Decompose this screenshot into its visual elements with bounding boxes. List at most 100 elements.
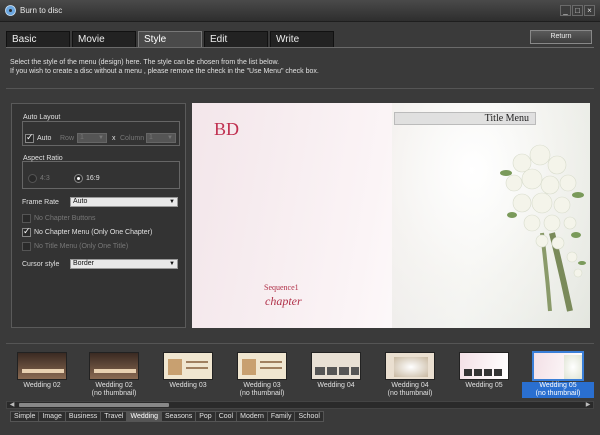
menu-preview: BD Title Menu Sequence1 chapter	[192, 103, 590, 328]
cursor-style-label: Cursor style	[22, 261, 60, 268]
thumb-caption: Wedding 05	[465, 382, 503, 389]
chevron-down-icon: ▼	[98, 135, 104, 141]
thumb-wedding-04-nothumb[interactable]: Wedding 04 (no thumbnail)	[374, 349, 446, 401]
tab-write[interactable]: Write	[270, 31, 334, 48]
thumb-caption: Wedding 02	[23, 382, 61, 389]
tab-basic[interactable]: Basic	[6, 31, 70, 48]
disc-burner-icon	[5, 5, 16, 16]
tab-divider	[6, 47, 594, 48]
instructions-line-2: If you wish to create a disc without a m…	[10, 68, 319, 75]
cursor-style-value: Border	[73, 260, 95, 267]
thumbnail-image	[385, 352, 435, 380]
category-seasons[interactable]: Seasons	[162, 411, 197, 422]
cursor-style-select[interactable]: Border ▼	[70, 259, 178, 269]
scroll-left-icon[interactable]: ◀	[8, 402, 16, 408]
category-wedding[interactable]: Wedding	[127, 411, 162, 422]
thumb-wedding-03[interactable]: Wedding 03	[152, 349, 224, 401]
chevron-down-icon: ▼	[169, 199, 175, 205]
maximize-icon[interactable]: □	[572, 5, 583, 16]
category-simple[interactable]: Simple	[10, 411, 40, 422]
thumb-caption-sub: (no thumbnail)	[91, 390, 137, 397]
settings-panel: Auto Layout Auto Row 1▼ x Column 1▼ Aspe…	[11, 103, 186, 328]
category-business[interactable]: Business	[65, 411, 102, 422]
close-icon[interactable]: ×	[584, 5, 595, 16]
minimize-icon[interactable]: _	[560, 5, 571, 16]
thumb-caption: Wedding 04	[317, 382, 355, 389]
column-select[interactable]: 1 ▼	[146, 133, 176, 143]
thumb-wedding-02[interactable]: Wedding 02	[6, 349, 78, 401]
title-menu-label: Title Menu	[394, 112, 536, 125]
window-titlebar: Burn to disc _ □ ×	[0, 0, 600, 22]
thumbnail-image	[459, 352, 509, 380]
no-chapter-menu-label: No Chapter Menu (Only One Chapter)	[34, 229, 153, 236]
category-travel[interactable]: Travel	[101, 411, 128, 422]
tab-movie[interactable]: Movie	[72, 31, 136, 48]
thumbnail-image	[311, 352, 361, 380]
section-divider	[6, 88, 594, 89]
frame-rate-value: Auto	[73, 198, 88, 205]
return-button[interactable]: Return	[530, 30, 592, 44]
category-pop[interactable]: Pop	[196, 411, 216, 422]
thumbnail-divider	[6, 343, 594, 344]
column-select-value: 1	[149, 134, 153, 141]
thumbnail-image	[163, 352, 213, 380]
chevron-down-icon: ▼	[169, 261, 175, 267]
style-thumbnail-list: Wedding 02 Wedding 02 (no thumbnail) Wedd…	[6, 349, 594, 401]
category-modern[interactable]: Modern	[237, 411, 268, 422]
auto-layout-title: Auto Layout	[23, 114, 61, 121]
tab-style[interactable]: Style	[138, 31, 202, 48]
no-title-menu-label: No Title Menu (Only One Title)	[34, 243, 129, 250]
column-label: Column	[120, 135, 145, 142]
style-category-tabs: Simple Image Business Travel Wedding Sea…	[10, 411, 324, 422]
scrollbar-thumb[interactable]	[19, 403, 169, 407]
thumb-wedding-05[interactable]: Wedding 05	[448, 349, 520, 401]
aspect-4-3-radio[interactable]	[28, 174, 37, 183]
sequence-label: Sequence1	[264, 283, 299, 292]
thumb-wedding-03-nothumb[interactable]: Wedding 03 (no thumbnail)	[226, 349, 298, 401]
row-select[interactable]: 1 ▼	[77, 133, 107, 143]
thumb-caption: Wedding 02	[95, 382, 133, 389]
chapter-label: chapter	[265, 294, 302, 308]
row-col-separator: x	[112, 135, 116, 142]
thumb-wedding-05-nothumb[interactable]: Wedding 05 (no thumbnail)	[522, 349, 594, 401]
category-cool[interactable]: Cool	[215, 411, 238, 422]
thumb-caption: Wedding 05	[539, 382, 577, 389]
bd-logo: BD	[214, 119, 240, 139]
thumb-caption: Wedding 03	[243, 382, 281, 389]
aspect-16-9-radio[interactable]	[74, 174, 83, 183]
category-image[interactable]: Image	[39, 411, 66, 422]
auto-layout-checkbox[interactable]	[25, 132, 34, 143]
thumbnail-scrollbar[interactable]: ◀ ▶	[6, 401, 594, 409]
thumb-wedding-02-nothumb[interactable]: Wedding 02 (no thumbnail)	[78, 349, 150, 401]
category-family[interactable]: Family	[267, 411, 296, 422]
thumb-caption: Wedding 04	[391, 382, 429, 389]
thumbnail-image	[532, 351, 584, 381]
thumbnail-image	[17, 352, 67, 380]
no-chapter-buttons-checkbox[interactable]	[22, 214, 31, 223]
thumb-caption-sub: (no thumbnail)	[535, 390, 581, 397]
instructions-line-1: Select the style of the menu (design) he…	[10, 59, 280, 66]
thumb-caption: Wedding 03	[169, 382, 207, 389]
window-title: Burn to disc	[20, 6, 63, 15]
chevron-down-icon: ▼	[167, 135, 173, 141]
aspect-ratio-title: Aspect Ratio	[23, 155, 63, 162]
tab-edit[interactable]: Edit	[204, 31, 268, 48]
no-chapter-buttons-label: No Chapter Buttons	[34, 215, 96, 222]
thumb-caption-sub: (no thumbnail)	[239, 390, 285, 397]
thumbnail-image	[89, 352, 139, 380]
auto-layout-label: Auto	[37, 135, 52, 142]
row-label: Row	[60, 135, 75, 142]
thumb-wedding-04[interactable]: Wedding 04	[300, 349, 372, 401]
scroll-right-icon[interactable]: ▶	[584, 402, 592, 408]
no-chapter-menu-checkbox[interactable]	[22, 226, 31, 237]
thumb-caption-sub: (no thumbnail)	[387, 390, 433, 397]
frame-rate-select[interactable]: Auto ▼	[70, 197, 178, 207]
instructions: Select the style of the menu (design) he…	[10, 58, 319, 76]
aspect-16-9-label: 16:9	[86, 175, 100, 182]
main-tabs: Basic Movie Style Edit Write	[6, 31, 336, 48]
thumbnail-image	[237, 352, 287, 380]
no-title-menu-checkbox[interactable]	[22, 242, 31, 251]
frame-rate-label: Frame Rate	[22, 199, 59, 206]
category-school[interactable]: School	[295, 411, 324, 422]
row-select-value: 1	[80, 134, 84, 141]
